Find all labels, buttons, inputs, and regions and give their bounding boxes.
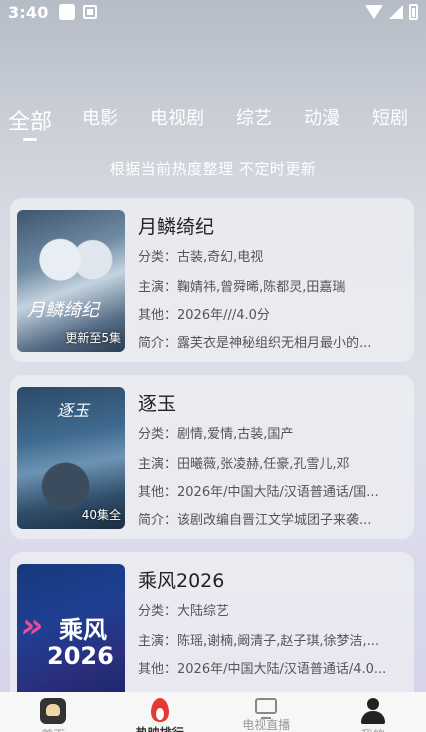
card-other: 其他：2026年/中国大陆/汉语普通话/国... bbox=[138, 485, 379, 500]
status-bar: 3:40 bbox=[0, 0, 426, 24]
card-genre: 分类：大陆综艺 bbox=[138, 604, 230, 619]
app-notification-icon bbox=[82, 5, 97, 19]
nav-home[interactable]: 首页 bbox=[3, 692, 103, 732]
ranking-subtitle: 根据当前热度整理 不定时更新 bbox=[109, 160, 317, 178]
card-genre: 分类：剧情,爱情,古装,国产 bbox=[138, 427, 294, 442]
poster[interactable]: 月鳞绮纪 更新至5集 bbox=[17, 210, 125, 352]
person-icon bbox=[360, 698, 386, 724]
notification-icon bbox=[58, 4, 75, 20]
nav-hot-ranking[interactable]: 热映排行 bbox=[110, 692, 210, 732]
wifi-icon bbox=[365, 5, 383, 19]
poster-title: 逐玉 bbox=[57, 401, 90, 420]
episode-badge: 40集全 bbox=[81, 508, 121, 522]
tv-icon bbox=[255, 698, 278, 719]
show-logo-mark: » bbox=[21, 606, 44, 646]
card-cast: 主演：田曦薇,张凌赫,任豪,孔雪儿,邓 bbox=[138, 457, 350, 472]
tab-tv-series[interactable]: 电视剧 bbox=[150, 104, 204, 130]
card-cast: 主演：鞠婧祎,曾舜晞,陈都灵,田嘉瑞 bbox=[138, 280, 346, 295]
nav-home-label: 首页 bbox=[41, 726, 65, 732]
battery-icon bbox=[409, 4, 418, 20]
nav-hot-ranking-label: 热映排行 bbox=[136, 724, 184, 732]
poster-logo-text: 乘风 bbox=[59, 616, 107, 644]
card-other: 其他：2026年/中国大陆/汉语普通话/4.0... bbox=[138, 662, 387, 677]
tab-movie[interactable]: 电影 bbox=[82, 104, 118, 130]
nav-tv-live[interactable]: 电视直播 bbox=[216, 692, 316, 732]
card-title: 月鳞绮纪 bbox=[138, 216, 215, 238]
tab-all[interactable]: 全部 bbox=[8, 104, 53, 141]
bottom-navigation: 首页 热映排行 电视直播 我的 bbox=[0, 692, 426, 732]
home-icon bbox=[40, 698, 67, 724]
tab-active-indicator bbox=[23, 138, 37, 141]
nav-mine-label: 我的 bbox=[361, 726, 385, 732]
card-genre: 分类：古装,奇幻,电视 bbox=[138, 250, 264, 265]
card-other: 其他：2026年///4.0分 bbox=[138, 308, 270, 323]
tab-anime[interactable]: 动漫 bbox=[304, 104, 340, 130]
fire-icon bbox=[150, 698, 169, 722]
poster-title: 月鳞绮纪 bbox=[27, 300, 99, 321]
card-intro: 简介：该剧改编自晋江文学城团子来袭... bbox=[138, 513, 372, 528]
poster[interactable]: 逐玉 40集全 bbox=[17, 387, 125, 529]
poster-logo-year: 2026 bbox=[47, 642, 114, 670]
poster[interactable]: » 乘风 2026 bbox=[17, 564, 125, 706]
card-cast: 主演：陈瑶,谢楠,阚清子,赵子琪,徐梦洁,... bbox=[138, 634, 380, 649]
card-intro: 简介：露芙衣是神秘组织无相月最小的... bbox=[138, 336, 372, 351]
status-time: 3:40 bbox=[8, 2, 49, 22]
signal-icon bbox=[389, 5, 403, 19]
card-title: 乘风2026 bbox=[138, 570, 225, 592]
tab-all-label: 全部 bbox=[8, 110, 53, 135]
ranking-card[interactable]: 月鳞绮纪 更新至5集 月鳞绮纪 分类：古装,奇幻,电视 主演：鞠婧祎,曾舜晞,陈… bbox=[10, 198, 414, 362]
ranking-card[interactable]: 逐玉 40集全 逐玉 分类：剧情,爱情,古装,国产 主演：田曦薇,张凌赫,任豪,… bbox=[10, 375, 414, 539]
category-tabs: 全部 电影 电视剧 综艺 动漫 短剧 bbox=[0, 104, 426, 144]
episode-badge: 更新至5集 bbox=[65, 331, 121, 345]
tab-short-drama[interactable]: 短剧 bbox=[372, 104, 408, 130]
nav-mine[interactable]: 我的 bbox=[323, 692, 423, 732]
card-title: 逐玉 bbox=[138, 393, 177, 415]
tab-variety[interactable]: 综艺 bbox=[236, 104, 272, 130]
